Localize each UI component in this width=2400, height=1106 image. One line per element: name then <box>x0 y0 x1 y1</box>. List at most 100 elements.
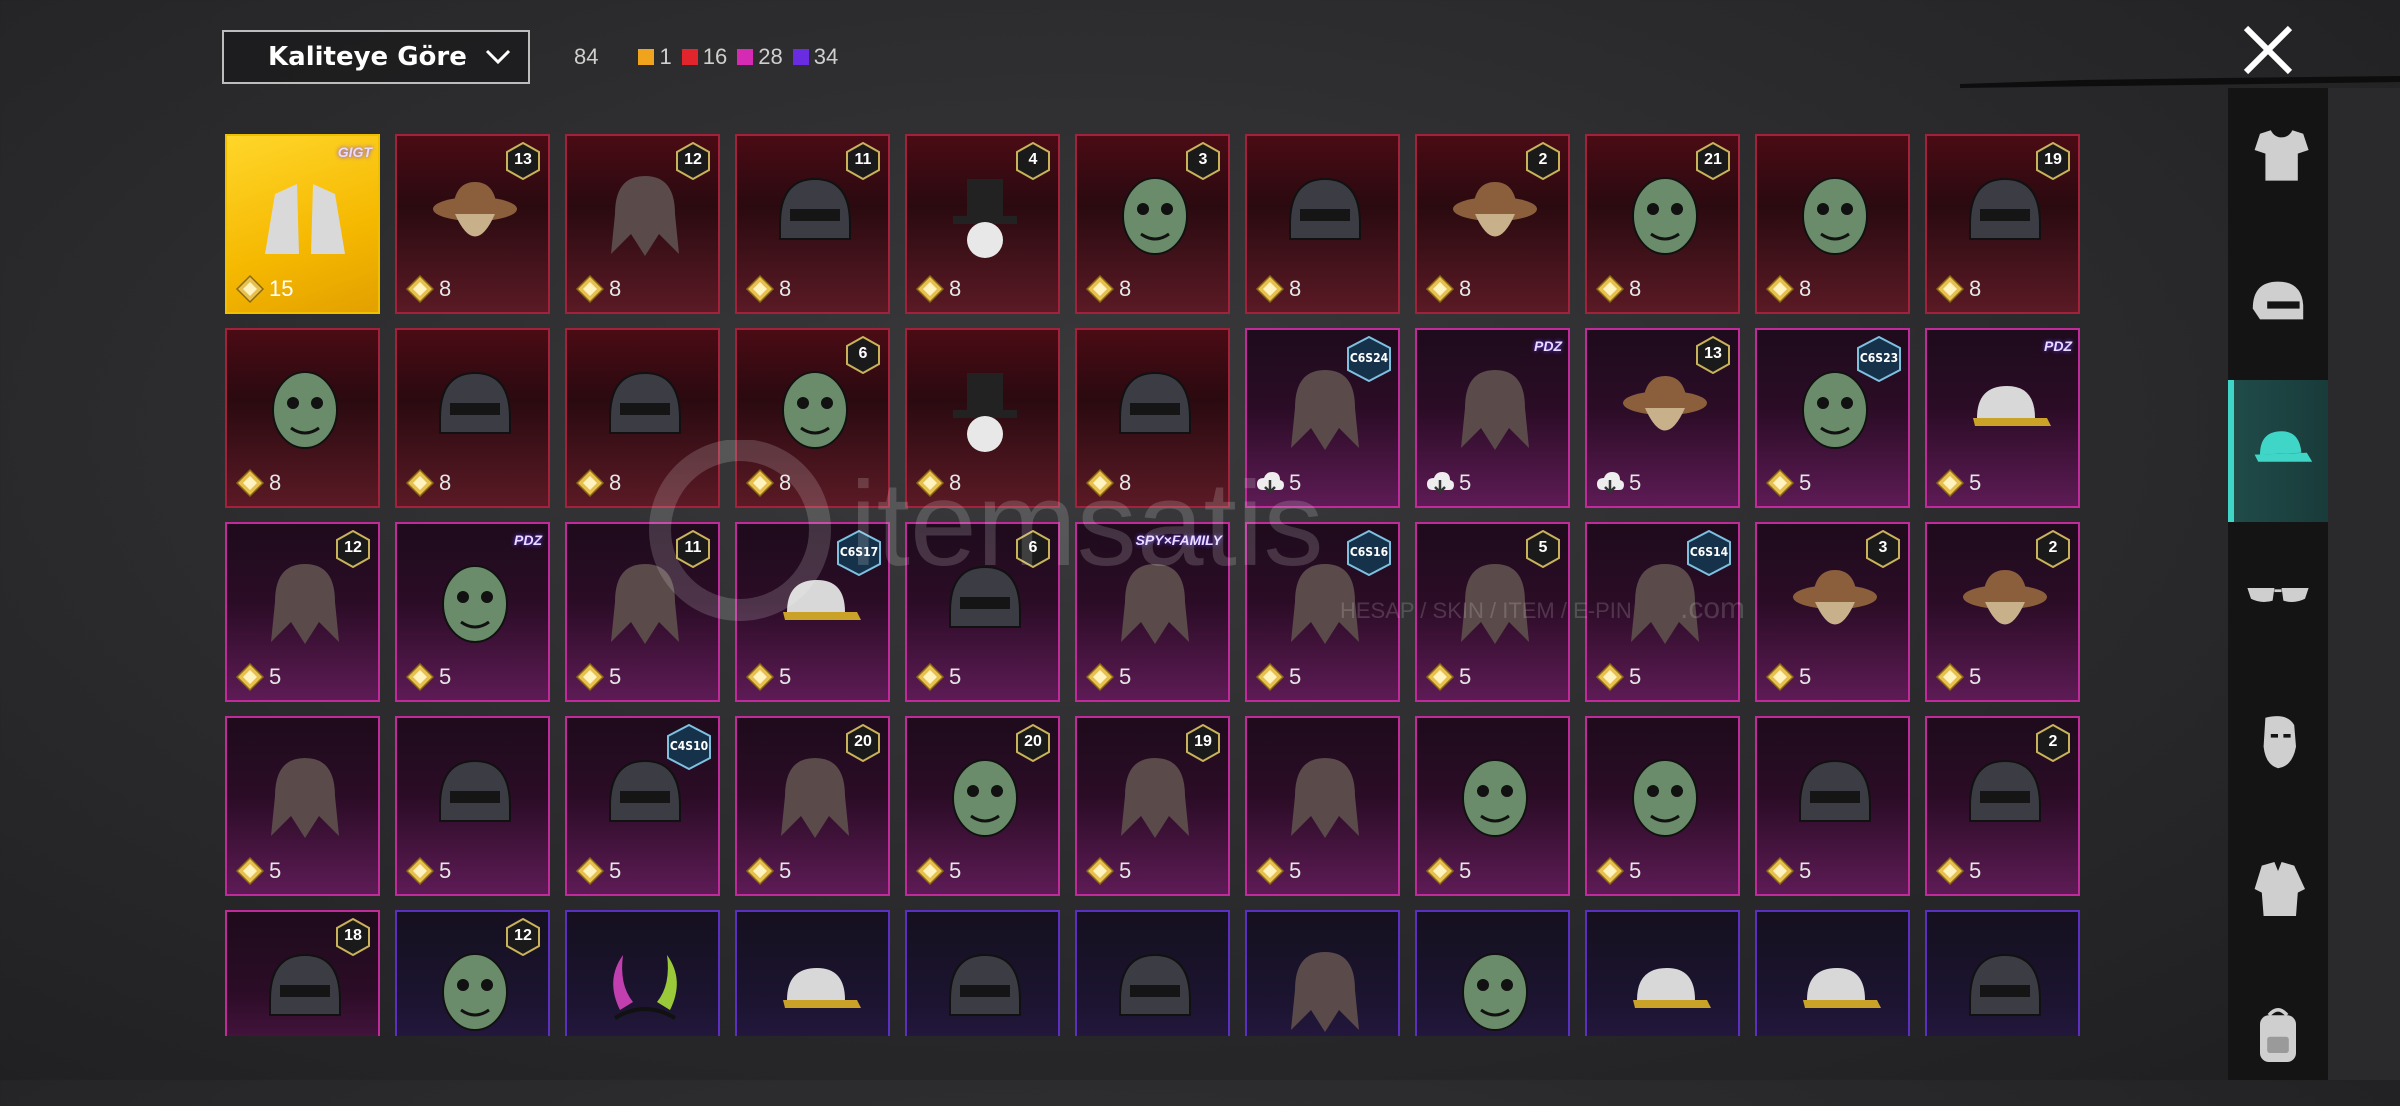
item-tile[interactable]: C6S14 5 <box>1585 522 1740 702</box>
item-tile[interactable]: 11 8 <box>735 134 890 314</box>
item-tile[interactable] <box>1075 910 1230 1036</box>
item-tile[interactable]: 5 <box>395 716 550 896</box>
points-value: 5 <box>1085 856 1131 886</box>
jacket-icon <box>2254 862 2305 916</box>
item-tile[interactable]: 5 <box>1415 716 1570 896</box>
point-diamond-icon <box>1595 856 1625 886</box>
item-tile[interactable] <box>1415 910 1570 1036</box>
item-tile[interactable]: 12 8 <box>565 134 720 314</box>
item-tile[interactable]: 5 <box>1755 716 1910 896</box>
level-badge: 12 <box>336 529 370 569</box>
item-tile[interactable]: 8 <box>1755 134 1910 314</box>
item-art-hair <box>271 758 339 838</box>
item-tile[interactable] <box>1245 910 1400 1036</box>
item-tile[interactable]: 55 <box>1415 522 1570 702</box>
point-diamond-icon <box>1085 468 1115 498</box>
item-tile[interactable]: 5 <box>1245 716 1400 896</box>
category-tab-helmet[interactable] <box>2228 234 2328 376</box>
item-tile[interactable]: PDZ 5 <box>395 522 550 702</box>
item-tile[interactable]: 5 <box>1585 716 1740 896</box>
item-tile[interactable] <box>1755 910 1910 1036</box>
item-tile[interactable]: C6S17 5 <box>735 522 890 702</box>
item-tile[interactable]: 20 5 <box>905 716 1060 896</box>
season-badge: C6S24 <box>1346 335 1392 383</box>
item-tile[interactable]: 65 <box>905 522 1060 702</box>
item-art-helmet <box>1969 953 2041 1016</box>
brand-tag: PDZ <box>514 532 542 548</box>
item-tile[interactable] <box>1585 910 1740 1036</box>
point-diamond-icon <box>405 856 435 886</box>
point-diamond-icon <box>915 468 945 498</box>
item-tile[interactable]: 28 <box>1415 134 1570 314</box>
category-tab-backpack[interactable] <box>2228 964 2328 1106</box>
points-value: 8 <box>405 468 451 498</box>
item-art-cap <box>783 968 861 1008</box>
category-tab-cap[interactable] <box>2228 380 2328 522</box>
item-tile[interactable]: PDZ 5 <box>1925 328 2080 508</box>
points-value: 5 <box>1595 662 1641 692</box>
item-tile[interactable] <box>565 910 720 1036</box>
points-value: 5 <box>1425 662 1471 692</box>
item-tile[interactable]: 12 5 <box>225 522 380 702</box>
brand-tag: SPY×FAMILY <box>1135 532 1222 548</box>
item-tile[interactable]: 13 8 <box>395 134 550 314</box>
item-tile[interactable]: 8 <box>565 328 720 508</box>
brand-tag: GIGT <box>337 144 372 160</box>
item-tile[interactable] <box>735 910 890 1036</box>
item-tile[interactable]: 25 <box>1925 716 2080 896</box>
item-tile[interactable]: 18 <box>225 910 380 1036</box>
point-diamond-icon <box>235 274 265 304</box>
item-tile[interactable]: 8 <box>225 328 380 508</box>
item-tile[interactable]: C6S23 5 <box>1755 328 1910 508</box>
point-diamond-icon <box>745 274 775 304</box>
points-value: 5 <box>235 662 281 692</box>
item-tile[interactable]: 5 <box>225 716 380 896</box>
item-tile[interactable]: 48 <box>905 134 1060 314</box>
sort-dropdown[interactable]: Kaliteye Göre <box>222 30 530 84</box>
item-tile[interactable]: 25 <box>1925 522 2080 702</box>
category-tab-glasses[interactable] <box>2228 526 2328 668</box>
item-tile[interactable]: 19 5 <box>1075 716 1230 896</box>
item-tile[interactable]: 11 5 <box>565 522 720 702</box>
points-value: 5 <box>1935 662 1981 692</box>
item-tile[interactable]: PDZ 5 <box>1415 328 1570 508</box>
item-tile[interactable]: 12 <box>395 910 550 1036</box>
item-tile[interactable]: 21 8 <box>1585 134 1740 314</box>
item-tile[interactable]: 35 <box>1755 522 1910 702</box>
season-badge: C4S10 <box>666 723 712 771</box>
item-art-helmet <box>1119 953 1191 1016</box>
item-tile[interactable]: 8 <box>1075 328 1230 508</box>
item-art-cap <box>1633 968 1711 1008</box>
backpack-icon <box>2260 1008 2296 1062</box>
point-diamond-icon <box>1935 856 1965 886</box>
cloud-download-icon <box>1597 472 1624 494</box>
item-tile[interactable]: C6S24 5 <box>1245 328 1400 508</box>
point-diamond-icon <box>1595 662 1625 692</box>
item-tile[interactable]: SPY×FAMILY 5 <box>1075 522 1230 702</box>
item-tile[interactable]: 8 <box>905 328 1060 508</box>
item-tile[interactable]: 19 8 <box>1925 134 2080 314</box>
item-tile[interactable]: 20 5 <box>735 716 890 896</box>
level-badge: 11 <box>676 529 710 569</box>
category-tab-outfit[interactable] <box>2228 88 2328 230</box>
item-tile[interactable]: GIGT 15 <box>225 134 380 314</box>
item-tile[interactable] <box>905 910 1060 1036</box>
item-tile[interactable]: 8 <box>1245 134 1400 314</box>
chevron-down-icon <box>485 49 511 65</box>
point-diamond-icon <box>1085 856 1115 886</box>
point-diamond-icon <box>1425 856 1455 886</box>
item-tile[interactable]: C6S16 5 <box>1245 522 1400 702</box>
item-tile[interactable]: C4S10 5 <box>565 716 720 896</box>
item-tile[interactable]: 68 <box>735 328 890 508</box>
category-tab-jacket[interactable] <box>2228 818 2328 960</box>
item-art-horns <box>613 955 677 1020</box>
points-value: 5 <box>405 856 451 886</box>
item-tile[interactable] <box>1925 910 2080 1036</box>
item-tile[interactable]: 8 <box>395 328 550 508</box>
points-value: 8 <box>575 274 621 304</box>
item-art-hair <box>1461 370 1529 450</box>
item-art-helmet <box>1289 177 1361 240</box>
item-tile[interactable]: 13 5 <box>1585 328 1740 508</box>
category-tab-face[interactable] <box>2228 672 2328 814</box>
item-tile[interactable]: 38 <box>1075 134 1230 314</box>
